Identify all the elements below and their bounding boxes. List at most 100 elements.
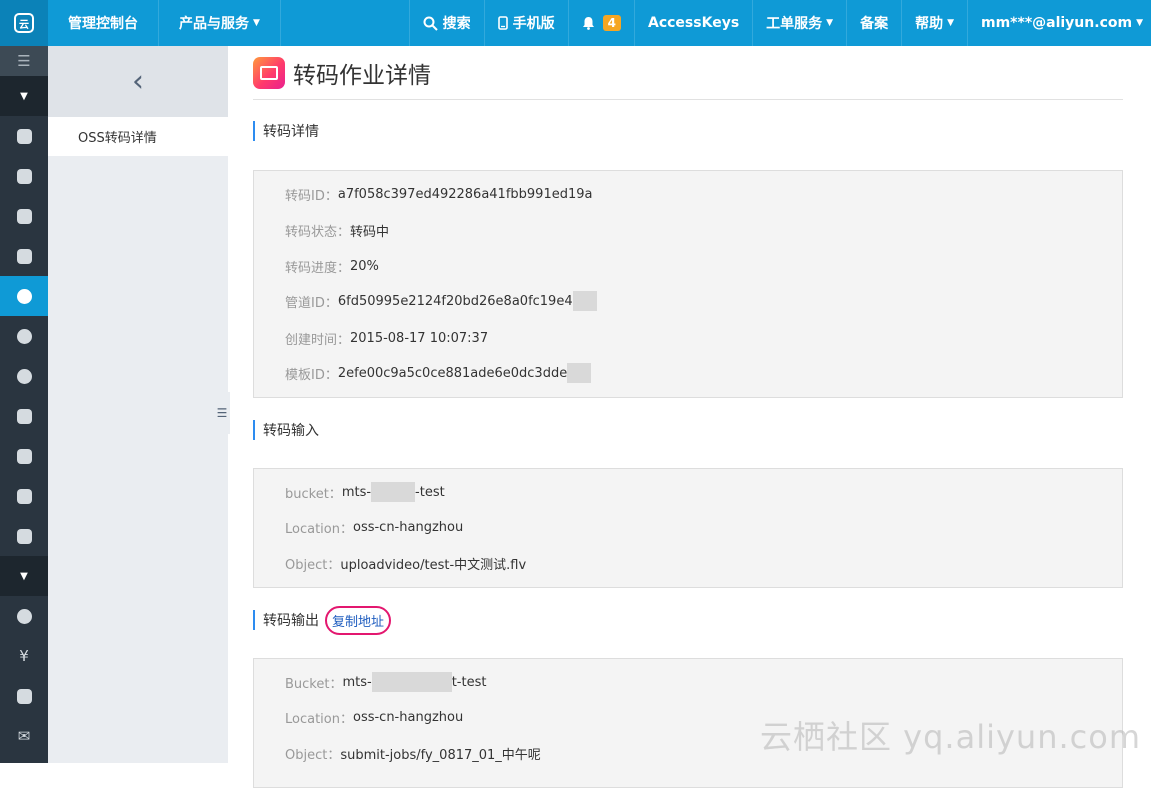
back-button[interactable]: ‹ [48,46,228,117]
media-transcode-icon [16,288,32,304]
database-icon [16,248,32,264]
menu-toggle-icon[interactable]: ☰ [0,46,48,76]
search-icon [423,16,438,31]
section-title-text: 转码详情 [263,124,319,140]
input-bucket-prefix: mts- [341,484,372,500]
dns-icon[interactable] [0,316,48,356]
output-object-value: submit-jobs/fy_0817_01_中午呢 [340,748,541,763]
notification-badge: 4 [602,15,621,31]
shield-icon [16,408,32,424]
pipeline-id-row: 管道ID： 6fd50995e2124f20bd26e8a0fc19e4 [285,291,597,311]
output-bucket-suffix: t-test [451,674,487,690]
search-label: 搜索 [442,16,471,32]
coin-stack-icon [16,688,32,704]
oss-icon[interactable] [0,356,48,396]
output-section-title: 转码输出 复制地址 [253,605,392,635]
top-navbar: 云 管理控制台 产品与服务 ▼ 搜索 手机版 4 AccessKeys 工单服务 ▼… [0,0,1151,46]
media-transcode-icon [253,56,285,89]
mobile-version-link[interactable]: 手机版 [485,0,569,46]
watermark: 云栖社区 yq.aliyun.com [760,718,1142,756]
search-button[interactable]: 搜索 [410,0,485,46]
monitor-icon[interactable] [0,476,48,516]
output-location-value: oss-cn-hangzhou [352,710,464,725]
grid-icon [16,488,32,504]
job-progress-row: 转码进度： 20% [285,257,379,276]
user-email: mm***@aliyun.com [981,15,1133,31]
redaction-block [371,482,416,502]
field-label: 转码ID： [285,189,338,204]
input-bucket-row: bucket： mts- -test [285,482,445,502]
group-collapse-icon[interactable]: ▼ [0,76,48,116]
user-menu[interactable]: mm***@aliyun.com ▼ [968,0,1151,46]
rds-icon[interactable] [0,236,48,276]
field-label: 管道ID： [285,295,338,311]
ecs-icon[interactable] [0,116,48,156]
main-content: 转码作业详情 转码详情 转码ID： a7f058c397ed492286a41fb… [253,46,1123,788]
field-label: 模板ID： [285,367,338,383]
sidebar-item-oss-transcode-detail[interactable]: OSS转码详情 [48,117,228,156]
topbar-spacer [281,0,410,46]
accesskeys-link[interactable]: AccessKeys [635,0,754,46]
chevron-left-icon: ‹ [132,64,144,99]
page-header: 转码作业详情 [253,46,1123,100]
analytics-icon[interactable] [0,156,48,196]
list-icon [16,528,32,544]
redaction-block [371,672,452,692]
search-service-icon[interactable] [0,436,48,476]
field-label: Object： [285,748,341,763]
billing-icon[interactable]: ¥ [0,636,48,676]
input-location-row: Location： oss-cn-hangzhou [285,518,463,537]
field-label: 创建时间： [285,333,351,348]
sidebar-collapse-handle[interactable]: ☰ [214,392,230,434]
mobile-icon [497,16,508,30]
security-icon[interactable] [0,396,48,436]
orders-icon[interactable] [0,676,48,716]
messages-icon[interactable]: ✉ [0,716,48,756]
sidebar-item-label: OSS转码详情 [78,131,157,146]
mts-icon[interactable] [0,276,48,316]
pipeline-id-value: 6fd50995e2124f20bd26e8a0fc19e4 [337,293,573,309]
list-service-icon[interactable] [0,516,48,556]
console-link[interactable]: 管理控制台 [48,0,159,46]
beian-link[interactable]: 备案 [847,0,903,46]
help-menu[interactable]: 帮助 ▼ [902,0,968,46]
created-time-value: 2015-08-17 10:07:37 [350,331,489,346]
created-time-row: 创建时间： 2015-08-17 10:07:37 [285,329,488,348]
input-object-value: uploadvideo/test-中文测试.flv [340,558,527,573]
details-section-title: 转码详情 [253,121,319,141]
redaction-block [572,291,597,311]
input-bucket-suffix: -test [415,484,445,500]
account-icon[interactable] [0,596,48,636]
field-label: Object： [285,558,341,573]
notifications-button[interactable]: 4 [569,0,635,46]
aliyun-logo-icon[interactable]: 云 [0,0,48,46]
tickets-menu[interactable]: 工单服务 ▼ [753,0,848,46]
input-section-title: 转码输入 [253,420,319,440]
cdn-icon[interactable] [0,196,48,236]
template-id-row: 模板ID： 2efe00c9a5c0ce881ade6e0dc3dde [285,363,592,383]
products-menu[interactable]: 产品与服务 ▼ [159,0,281,46]
field-label: 转码状态： [285,225,351,240]
user-icon [16,608,32,624]
copy-address-link[interactable]: 复制地址 [325,605,392,635]
chevron-down-icon: ▼ [826,18,834,28]
page-title: 转码作业详情 [293,62,431,89]
field-label: Location： [285,522,353,537]
group-collapse-icon[interactable]: ▼ [0,556,48,596]
job-id-value: a7f058c397ed492286a41fbb991ed19a [337,187,593,202]
chevron-down-icon: ▼ [253,18,260,28]
cloud-storage-icon [16,368,32,384]
section-title-text: 转码输出 [263,613,319,629]
help-label: 帮助 [915,16,944,32]
product-icon-rail: ☰ ▼ ▼ ¥ ✉ [0,46,48,763]
template-id-value: 2efe00c9a5c0ce881ade6e0dc3dde [337,365,568,381]
field-label: Bucket： [285,676,343,692]
products-label: 产品与服务 [179,16,249,32]
details-panel: 转码ID： a7f058c397ed492286a41fbb991ed19a 转码… [253,170,1123,398]
job-id-row: 转码ID： a7f058c397ed492286a41fbb991ed19a [285,185,592,204]
output-object-row: Object： submit-jobs/fy_0817_01_中午呢 [285,744,541,763]
job-status-row: 转码状态： 转码中 [285,221,389,240]
field-label: Location： [285,712,353,727]
input-panel: bucket： mts- -test Location： oss-cn-hangzho… [253,468,1123,588]
input-object-row: Object： uploadvideo/test-中文测试.flv [285,554,526,573]
